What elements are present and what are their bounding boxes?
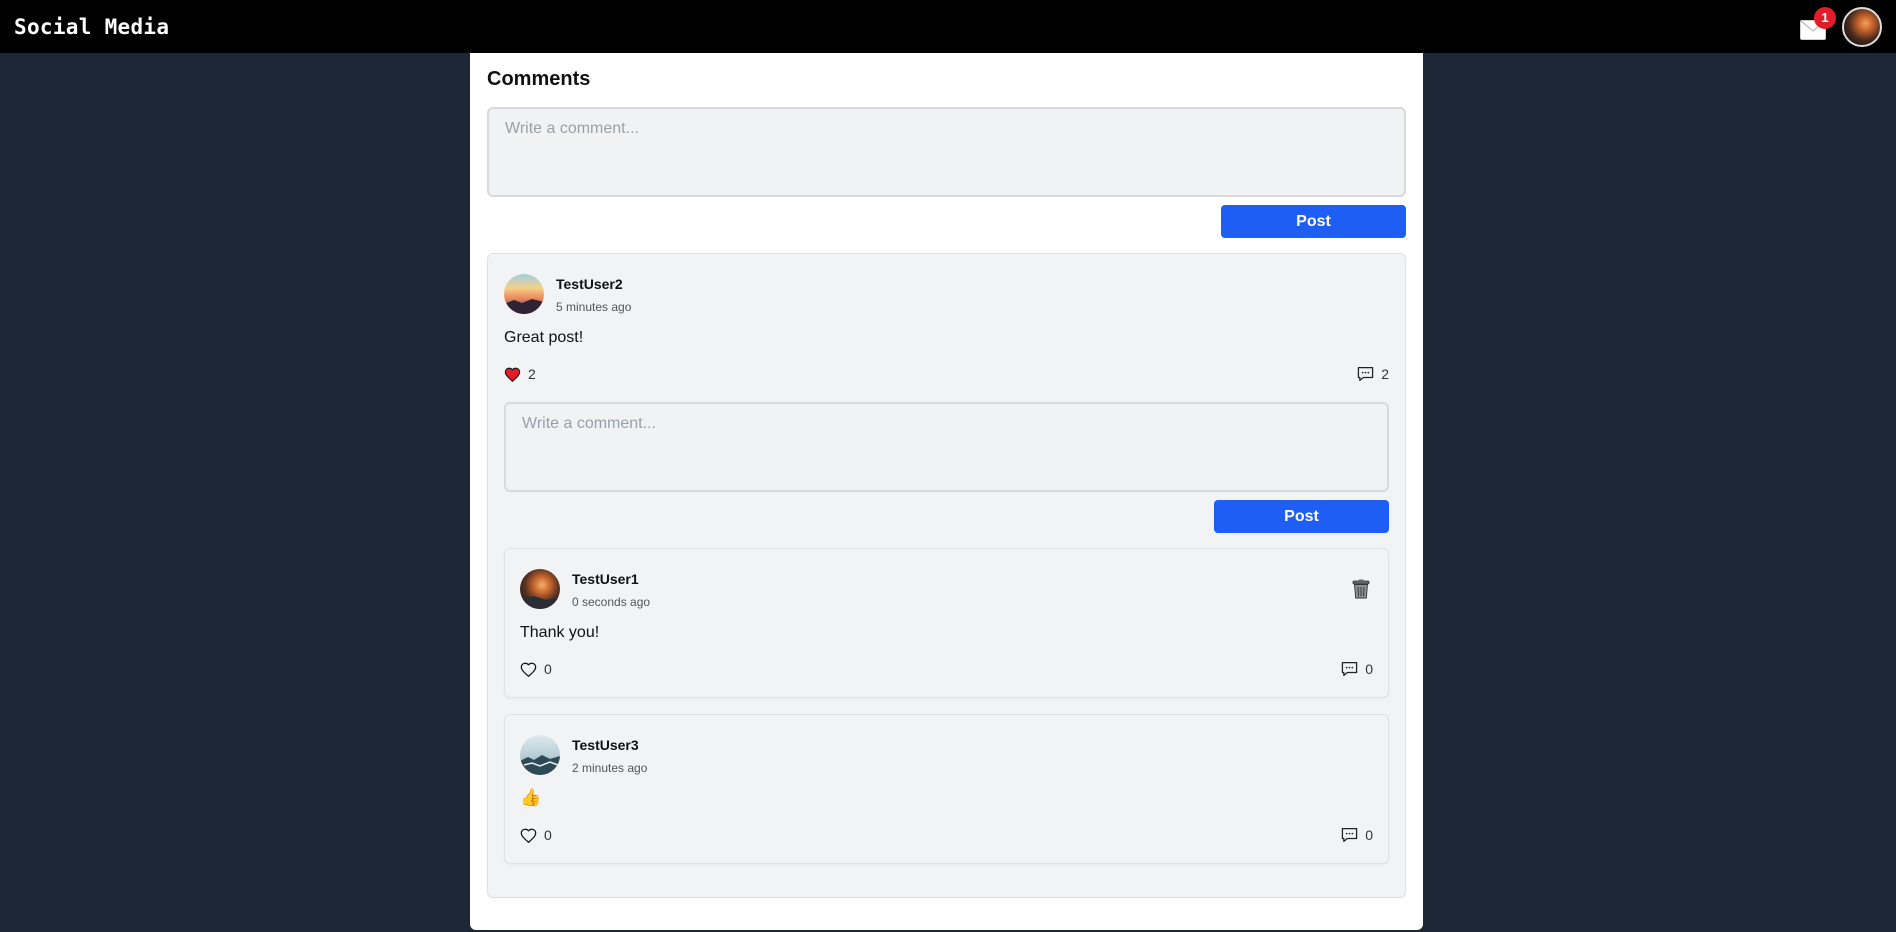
- notification-badge: 1: [1814, 6, 1836, 29]
- like-button[interactable]: 0: [520, 661, 552, 677]
- comment-icon: [1341, 827, 1358, 843]
- reply-text: 👍: [520, 788, 542, 807]
- avatar[interactable]: [504, 274, 544, 314]
- reply-count: 0: [1365, 827, 1373, 843]
- heart-icon: [504, 367, 521, 382]
- comment-author[interactable]: TestUser2: [556, 276, 623, 292]
- reply-button[interactable]: 2: [1357, 366, 1389, 382]
- post-comment-button[interactable]: Post: [1221, 205, 1406, 238]
- top-navbar: Social Media 1: [0, 0, 1896, 53]
- reply-input[interactable]: Write a comment...: [504, 402, 1389, 492]
- app-title[interactable]: Social Media: [14, 15, 169, 39]
- reply-author[interactable]: TestUser1: [572, 571, 639, 587]
- comment-icon: [1357, 366, 1374, 382]
- delete-button[interactable]: [1352, 579, 1370, 604]
- comments-panel: Comments Write a comment... Post TestUse…: [470, 53, 1423, 930]
- profile-avatar[interactable]: [1842, 6, 1882, 47]
- comment-icon: [1341, 661, 1358, 677]
- like-button[interactable]: 2: [504, 366, 536, 382]
- reply-card: TestUser3 2 minutes ago 👍 0 0: [504, 714, 1389, 864]
- reply-timestamp: 2 minutes ago: [572, 761, 648, 775]
- reply-card: TestUser1 0 seconds ago Thank you! 0 0: [504, 548, 1389, 698]
- reply-button[interactable]: 0: [1341, 661, 1373, 677]
- reply-count: 0: [1365, 661, 1373, 677]
- navbar-actions: 1: [1800, 6, 1882, 47]
- reply-count: 2: [1381, 366, 1389, 382]
- reply-author[interactable]: TestUser3: [572, 737, 639, 753]
- reply-timestamp: 0 seconds ago: [572, 595, 651, 609]
- messages-button[interactable]: 1: [1800, 6, 1836, 40]
- reply-text: Thank you!: [520, 624, 600, 641]
- trash-icon: [1352, 579, 1370, 599]
- comments-heading: Comments: [487, 68, 591, 90]
- post-reply-button[interactable]: Post: [1214, 500, 1389, 533]
- like-count: 0: [544, 661, 552, 677]
- reply-button[interactable]: 0: [1341, 827, 1373, 843]
- like-button[interactable]: 0: [520, 827, 552, 843]
- like-count: 0: [544, 827, 552, 843]
- heart-icon: [520, 662, 537, 677]
- like-count: 2: [528, 366, 536, 382]
- comment-text: Great post!: [504, 329, 584, 346]
- avatar[interactable]: [520, 569, 560, 609]
- comment-card: TestUser2 5 minutes ago Great post! 2 2 …: [487, 253, 1406, 898]
- comment-input[interactable]: Write a comment...: [487, 107, 1406, 197]
- heart-icon: [520, 828, 537, 843]
- avatar[interactable]: [520, 735, 560, 775]
- comment-timestamp: 5 minutes ago: [556, 300, 632, 314]
